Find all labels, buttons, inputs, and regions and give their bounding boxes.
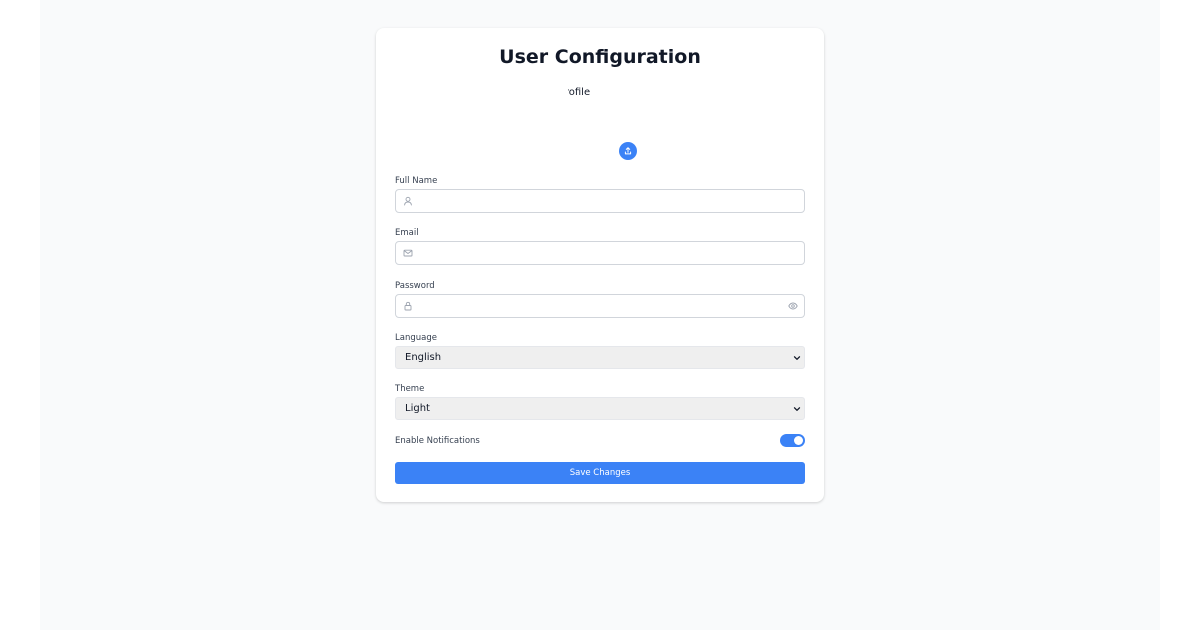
user-configuration-card: User Configuration Profile Full Name Ema… [376, 28, 824, 502]
toggle-knob [794, 436, 803, 445]
email-field-wrapper [395, 241, 805, 265]
password-field-wrapper [395, 294, 805, 318]
mail-icon [403, 249, 413, 257]
full-name-label: Full Name [395, 176, 438, 186]
language-select[interactable]: English [395, 346, 805, 369]
theme-label: Theme [395, 384, 425, 394]
page-title: User Configuration [499, 46, 701, 68]
theme-selected-value: Light [405, 403, 430, 414]
chevron-down-icon [793, 407, 801, 411]
theme-select[interactable]: Light [395, 397, 805, 420]
user-icon [404, 196, 412, 206]
email-label: Email [395, 228, 419, 238]
full-name-input[interactable] [418, 190, 778, 212]
notifications-toggle[interactable] [780, 434, 805, 447]
page-background: User Configuration Profile Full Name Ema… [40, 0, 1160, 630]
upload-avatar-button[interactable] [619, 142, 637, 160]
lock-icon [404, 301, 412, 311]
upload-icon [624, 147, 632, 155]
avatar-alt-text: Profile [568, 87, 591, 98]
full-name-field-wrapper [395, 189, 805, 213]
enable-notifications-label: Enable Notifications [395, 436, 480, 446]
profile-avatar: Profile [568, 84, 632, 148]
chevron-down-icon [793, 356, 801, 360]
save-changes-button[interactable]: Save Changes [395, 462, 805, 484]
email-input[interactable] [418, 242, 778, 264]
eye-icon[interactable] [788, 301, 798, 311]
password-label: Password [395, 281, 435, 291]
language-label: Language [395, 333, 437, 343]
password-input[interactable] [418, 295, 778, 317]
language-selected-value: English [405, 352, 442, 363]
